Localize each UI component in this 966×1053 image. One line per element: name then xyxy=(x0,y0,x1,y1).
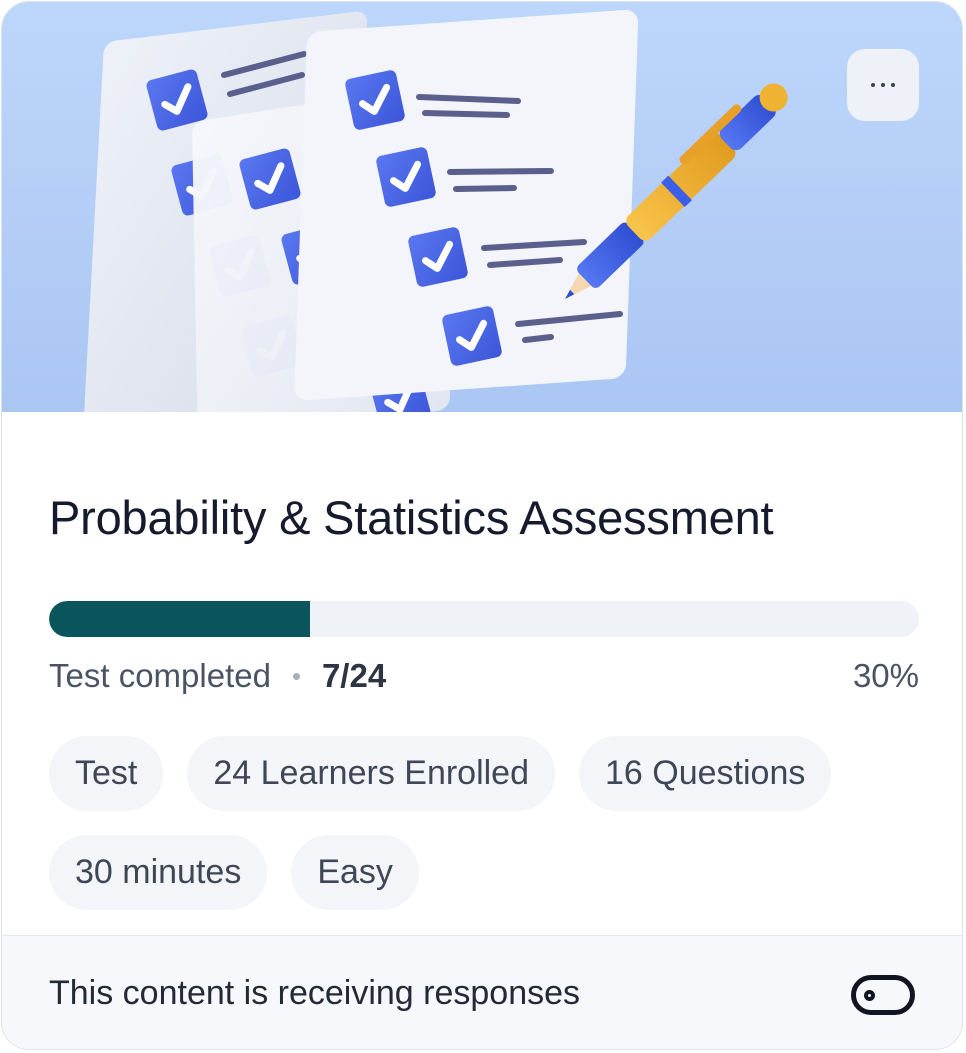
tag-learners: 24 Learners Enrolled xyxy=(187,736,556,811)
receiving-responses-toggle[interactable] xyxy=(851,975,915,1015)
assessment-card[interactable]: Probability & Statistics Assessment Test… xyxy=(1,1,963,1050)
progress-status-row: Test completed 7/24 30% xyxy=(49,654,919,698)
status-label: Test completed xyxy=(49,657,271,694)
tag-list: Test 24 Learners Enrolled 16 Questions 3… xyxy=(49,736,929,910)
assessment-title: Probability & Statistics Assessment xyxy=(49,491,774,544)
hero-illustration-area xyxy=(2,2,962,412)
tag-type: Test xyxy=(49,736,164,811)
separator-dot-icon xyxy=(292,672,300,680)
checklist-with-pen-illustration xyxy=(82,9,788,412)
tag-duration: 30 minutes xyxy=(49,835,268,910)
more-options-button[interactable] xyxy=(847,49,919,121)
toggle-off-icon xyxy=(864,990,875,1001)
tag-questions: 16 Questions xyxy=(579,736,832,811)
responses-status-text: This content is receiving responses xyxy=(49,974,581,1012)
completion-percent: 30% xyxy=(852,657,919,694)
more-horizontal-icon xyxy=(871,83,895,87)
card-footer: This content is receiving responses xyxy=(2,935,962,1049)
progress-bar xyxy=(49,601,919,637)
progress-bar-fill xyxy=(49,601,310,637)
tag-difficulty: Easy xyxy=(291,835,419,910)
completion-count: 7/24 xyxy=(321,657,387,694)
